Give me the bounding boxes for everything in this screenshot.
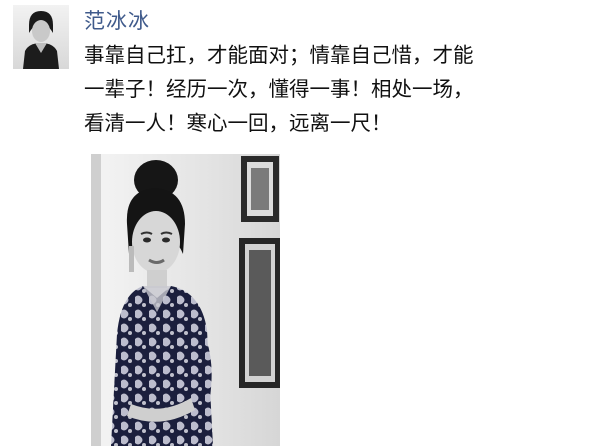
post-text-line: 看清一人！寒心一回，远离一尺！ [84, 111, 392, 135]
post-text-line: 事靠自己扛，才能面对；情靠自己惜，才能 [84, 43, 474, 67]
author-name[interactable]: 范冰冰 [84, 8, 150, 34]
moments-post: 范冰冰 事靠自己扛，才能面对；情靠自己惜，才能 一辈子！经历一次，懂得一事！相处… [0, 0, 600, 446]
post-photo[interactable] [91, 154, 280, 446]
post-text-line: 一辈子！经历一次，懂得一事！相处一场， [84, 77, 474, 101]
avatar[interactable] [13, 5, 69, 69]
post-text: 事靠自己扛，才能面对；情靠自己惜，才能 一辈子！经历一次，懂得一事！相处一场， … [84, 38, 584, 140]
post-photo-image [91, 154, 280, 446]
avatar-image [13, 5, 69, 69]
